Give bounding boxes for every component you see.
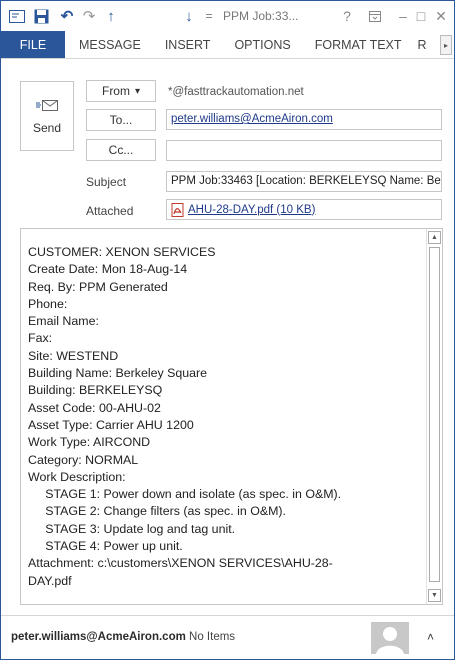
- title-bar: ↶ ↷ ↑ ↓ = PPM Job:33... ? – □ ✕: [1, 1, 454, 31]
- tab-insert[interactable]: INSERT: [153, 31, 223, 58]
- cc-label: Cc...: [108, 143, 134, 157]
- send-icon: [36, 97, 58, 113]
- attachment-field[interactable]: AHU-28-DAY.pdf (10 KB): [166, 199, 442, 220]
- body-line: Site: WESTEND: [28, 348, 119, 363]
- body-line: Email Name:: [28, 314, 99, 329]
- subject-field[interactable]: PPM Job:33463 [Location: BERKELEYSQ Name…: [166, 171, 442, 192]
- tab-message[interactable]: MESSAGE: [65, 31, 153, 58]
- help-icon[interactable]: ?: [334, 6, 360, 26]
- to-recipient[interactable]: peter.williams@AcmeAiron.com: [171, 113, 333, 125]
- body-line: STAGE 3: Update log and tag unit.: [28, 521, 236, 536]
- body-line: Work Description:: [28, 469, 126, 484]
- attachment-link[interactable]: AHU-28-DAY.pdf (10 KB): [188, 204, 315, 216]
- body-line: Category: NORMAL: [28, 452, 139, 467]
- body-line: Asset Code: 00-AHU-02: [28, 400, 161, 415]
- cc-button[interactable]: Cc...: [86, 139, 156, 161]
- people-pane-info: peter.williams@AcmeAiron.com No Items: [11, 631, 235, 643]
- tab-file[interactable]: FILE: [1, 31, 65, 58]
- body-line: Attachment: c:\customers\XENON SERVICES\…: [28, 556, 333, 571]
- ribbon-tabs: FILE MESSAGE INSERT OPTIONS FORMAT TEXT …: [1, 31, 454, 59]
- contact-avatar[interactable]: [371, 622, 409, 654]
- subject-label: Subject: [86, 175, 127, 189]
- tab-scroll-right-button[interactable]: ▸: [440, 35, 452, 55]
- body-line: Asset Type: Carrier AHU 1200: [28, 417, 194, 432]
- body-line: Phone:: [28, 296, 68, 311]
- to-field[interactable]: peter.williams@AcmeAiron.com: [166, 109, 442, 130]
- tab-options[interactable]: OPTIONS: [222, 31, 302, 58]
- body-line: STAGE 4: Power up unit.: [28, 539, 183, 554]
- body-line: Req. By: PPM Generated: [28, 279, 168, 294]
- body-line: STAGE 1: Power down and isolate (as spec…: [28, 487, 342, 502]
- next-item-icon[interactable]: ↓: [181, 7, 197, 25]
- expand-people-pane-icon[interactable]: ˄: [427, 630, 434, 644]
- cc-field[interactable]: [166, 140, 442, 161]
- previous-item-icon[interactable]: ↑: [103, 7, 119, 25]
- body-line: Create Date: Mon 18-Aug-14: [28, 262, 188, 277]
- pdf-file-icon: [171, 202, 185, 217]
- message-body-text[interactable]: CUSTOMER: XENON SERVICES Create Date: Mon…: [28, 244, 423, 590]
- body-line: Building: BERKELEYSQ: [28, 383, 163, 398]
- body-line: DAY.pdf: [28, 573, 72, 588]
- to-button[interactable]: To...: [86, 109, 156, 131]
- body-line: Fax:: [28, 331, 53, 346]
- send-label: Send: [32, 121, 62, 135]
- message-body[interactable]: CUSTOMER: XENON SERVICES Create Date: Mon…: [20, 228, 443, 605]
- scroll-down-button[interactable]: ▼: [428, 589, 441, 602]
- to-label: To...: [109, 113, 133, 127]
- attached-label: Attached: [86, 204, 134, 218]
- vertical-scrollbar[interactable]: ▲ ▼: [426, 229, 442, 604]
- tab-review[interactable]: R: [414, 31, 431, 58]
- customize-quick-access-icon[interactable]: =: [201, 7, 217, 25]
- scroll-thumb[interactable]: [429, 247, 440, 582]
- from-label: From: [101, 84, 130, 98]
- from-address: *@fasttrackautomation.net: [168, 86, 304, 98]
- footer-email[interactable]: peter.williams@AcmeAiron.com: [11, 631, 186, 643]
- message-app-icon[interactable]: [7, 7, 27, 25]
- save-icon[interactable]: [31, 7, 51, 25]
- footer-items: No Items: [189, 631, 236, 643]
- undo-icon[interactable]: ↶: [57, 7, 77, 25]
- people-pane: peter.williams@AcmeAiron.com No Items ˄: [1, 615, 454, 659]
- body-line: STAGE 2: Change filters (as spec. in O&M…: [28, 504, 287, 519]
- from-dropdown-icon: ▾: [134, 85, 141, 97]
- scroll-up-button[interactable]: ▲: [428, 231, 441, 244]
- ribbon-display-options-icon[interactable]: [362, 6, 388, 26]
- send-button[interactable]: Send: [20, 81, 74, 151]
- body-line: Work Type: AIRCOND: [28, 435, 151, 450]
- body-line: CUSTOMER: XENON SERVICES: [28, 245, 216, 259]
- body-line: Building Name: Berkeley Square: [28, 366, 208, 381]
- close-icon[interactable]: ✕: [428, 6, 454, 26]
- compose-window: ↶ ↷ ↑ ↓ = PPM Job:33... ? – □ ✕ FILE MES…: [0, 0, 455, 660]
- redo-icon[interactable]: ↷: [79, 7, 99, 25]
- window-title: PPM Job:33...: [223, 9, 299, 23]
- from-button[interactable]: From ▾: [86, 80, 156, 102]
- tab-format-text[interactable]: FORMAT TEXT: [303, 31, 414, 58]
